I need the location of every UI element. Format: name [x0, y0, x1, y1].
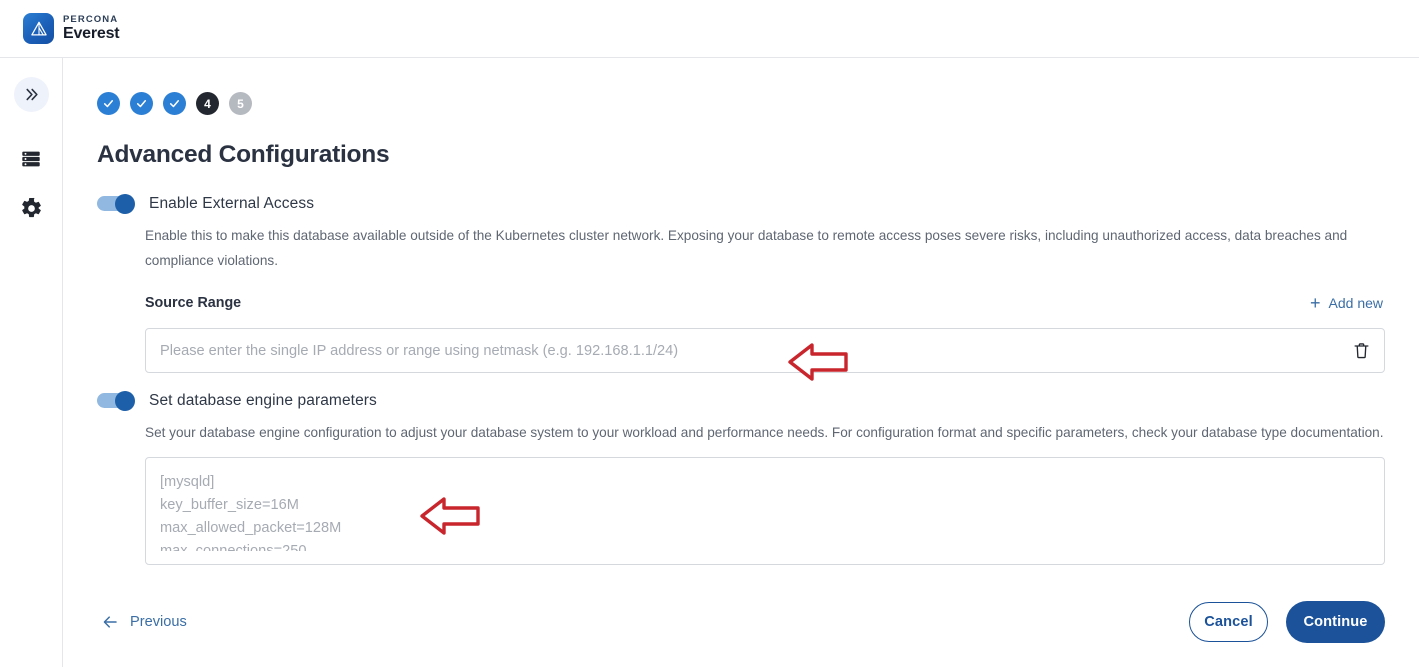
- footer-actions: Cancel Continue: [1189, 601, 1385, 643]
- gear-icon: [21, 197, 41, 217]
- check-icon: [103, 100, 114, 108]
- engine-parameters-textarea-wrapper: [145, 457, 1385, 565]
- enable-external-access-toggle[interactable]: [97, 194, 135, 214]
- enable-external-access-row: Enable External Access: [97, 194, 1389, 214]
- brand-text: PERCONA Everest: [63, 14, 120, 42]
- source-range-label: Source Range: [145, 295, 242, 311]
- set-database-engine-parameters-label: Set database engine parameters: [149, 392, 377, 409]
- database-list-icon: [22, 151, 40, 167]
- source-range-input-wrapper: [145, 328, 1385, 373]
- add-new-source-range-button[interactable]: + Add new: [1308, 290, 1385, 316]
- arrow-left-icon: [103, 616, 117, 628]
- source-range-header: Source Range + Add new: [145, 290, 1385, 316]
- left-sidebar-rail: [0, 58, 63, 667]
- trash-icon: [1353, 343, 1369, 359]
- set-database-engine-parameters-row: Set database engine parameters: [97, 391, 1389, 411]
- page-title: Advanced Configurations: [97, 141, 390, 168]
- add-new-label: Add new: [1328, 295, 1383, 311]
- brand-name-percona: PERCONA: [63, 14, 119, 26]
- continue-button[interactable]: Continue: [1286, 601, 1385, 643]
- source-range-input[interactable]: [146, 329, 1338, 372]
- enable-external-access-label: Enable External Access: [149, 195, 315, 212]
- delete-source-range-button[interactable]: [1338, 329, 1384, 372]
- wizard-stepper: 4 5: [97, 58, 1389, 115]
- engine-parameters-textarea[interactable]: [160, 471, 1370, 551]
- toggle-knob: [115, 391, 135, 411]
- check-icon: [169, 100, 180, 108]
- brand-logo[interactable]: PERCONA Everest: [23, 13, 120, 44]
- step-2[interactable]: [130, 92, 153, 115]
- sidebar-item-settings[interactable]: [14, 191, 48, 225]
- sidebar-expand-button[interactable]: [13, 77, 49, 112]
- step-1[interactable]: [97, 92, 120, 115]
- step-4[interactable]: 4: [196, 92, 219, 115]
- brand-name-everest: Everest: [63, 24, 120, 42]
- cancel-button[interactable]: Cancel: [1189, 602, 1268, 642]
- previous-label: Previous: [130, 614, 187, 630]
- double-chevron-right-icon: [25, 88, 38, 101]
- percona-everest-logo-icon: [23, 13, 54, 44]
- main-content: 4 5 Advanced Configurations Enable Exter…: [64, 58, 1419, 667]
- check-icon: [136, 100, 147, 108]
- top-bar: PERCONA Everest: [0, 0, 1419, 58]
- set-database-engine-parameters-toggle[interactable]: [97, 391, 135, 411]
- previous-button[interactable]: Previous: [97, 607, 195, 637]
- step-3[interactable]: [163, 92, 186, 115]
- set-database-engine-parameters-description: Set your database engine configuration t…: [145, 425, 1384, 440]
- step-5[interactable]: 5: [229, 92, 252, 115]
- wizard-footer: Previous Cancel Continue: [97, 601, 1385, 643]
- toggle-knob: [115, 194, 135, 214]
- plus-icon: +: [1310, 293, 1321, 313]
- sidebar-item-databases[interactable]: [14, 142, 48, 176]
- enable-external-access-description: Enable this to make this database availa…: [145, 228, 1348, 268]
